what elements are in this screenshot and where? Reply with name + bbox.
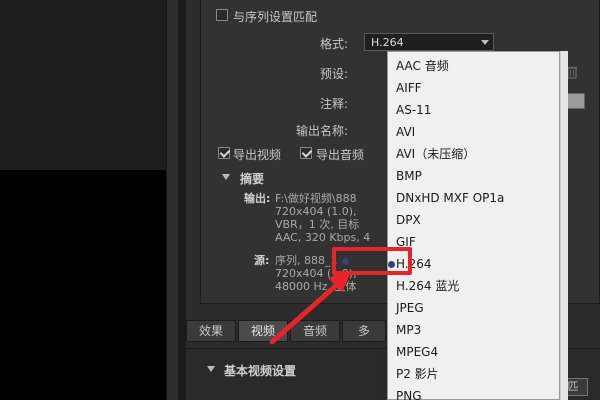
format-label: 格式: <box>320 37 349 51</box>
dropdown-item-h264[interactable]: H.264 <box>388 253 559 275</box>
export-video-checkbox[interactable] <box>218 147 230 159</box>
summary-output-label: 输出: <box>244 192 271 205</box>
dropdown-item-jpeg[interactable]: JPEG <box>388 297 559 319</box>
dropdown-scrollbar[interactable] <box>560 51 568 400</box>
tab-video[interactable]: 视频 <box>238 320 288 342</box>
h264-highlight-box <box>332 247 412 275</box>
dropdown-item-p2[interactable]: P2 影片 <box>388 363 559 385</box>
dropdown-item-label: MP3 <box>396 323 422 337</box>
summary-output-line: VBR，1 次, 目标 <box>275 218 360 231</box>
panel-divider[interactable] <box>178 0 186 400</box>
format-dropdown-menu: AAC 音频 AIFF AS-11 AVI AVI（未压缩） BMP DNxHD… <box>387 51 560 400</box>
tab-effects[interactable]: 效果 <box>186 320 236 342</box>
dropdown-item-label: AAC 音频 <box>396 59 449 73</box>
summary-title: 摘要 <box>240 172 265 186</box>
dropdown-item-label: AS-11 <box>396 103 432 117</box>
comment-label: 注释: <box>320 97 349 111</box>
match-sequence-checkbox[interactable] <box>216 9 228 21</box>
chevron-down-icon <box>481 40 489 45</box>
dropdown-item-label: MPEG4 <box>396 345 439 359</box>
summary-output-line: AAC, 320 Kbps, 4 <box>275 231 371 244</box>
match-sequence-label: 与序列设置匹配 <box>233 10 318 24</box>
dropdown-item-mp3[interactable]: MP3 <box>388 319 559 341</box>
dropdown-item-aac[interactable]: AAC 音频 <box>388 55 559 77</box>
dropdown-item-label: BMP <box>396 169 422 183</box>
format-select[interactable]: H.264 <box>364 33 494 51</box>
dropdown-item-gif[interactable]: GIF <box>388 231 559 253</box>
collapse-triangle-icon[interactable] <box>222 174 230 180</box>
dropdown-item-dpx[interactable]: DPX <box>388 209 559 231</box>
dropdown-item-label: DNxHD MXF OP1a <box>396 191 505 205</box>
dropdown-item-aiff[interactable]: AIFF <box>388 77 559 99</box>
dropdown-item-dnxhd[interactable]: DNxHD MXF OP1a <box>388 187 559 209</box>
preview-scrollbar[interactable] <box>166 0 178 400</box>
dropdown-item-as11[interactable]: AS-11 <box>388 99 559 121</box>
export-audio-label: 导出音频 <box>316 148 365 162</box>
export-audio-checkbox[interactable] <box>300 147 312 159</box>
dropdown-item-h264-bluray[interactable]: H.264 蓝光 <box>388 275 559 297</box>
basic-video-settings-title: 基本视频设置 <box>224 364 297 378</box>
summary-source-label: 源: <box>254 254 270 267</box>
dropdown-item-avi-uncompressed[interactable]: AVI（未压缩） <box>388 143 559 165</box>
format-value: H.264 <box>371 36 404 49</box>
tab-multiplexer[interactable]: 多 <box>342 320 386 342</box>
dropdown-item-label: AVI <box>396 125 416 139</box>
dropdown-item-label: AIFF <box>396 81 422 95</box>
output-name-label: 输出名称: <box>296 124 349 138</box>
summary-source-line: 48000 Hz, 立体 <box>275 280 357 293</box>
summary-output-line: 720x404 (1.0), <box>275 205 357 218</box>
summary-output-line: F:\做好视频\888 <box>275 192 357 205</box>
dropdown-item-bmp[interactable]: BMP <box>388 165 559 187</box>
dropdown-item-png[interactable]: PNG <box>388 385 559 400</box>
tab-audio[interactable]: 音频 <box>290 320 340 342</box>
dropdown-item-label: JPEG <box>396 301 424 315</box>
video-preview <box>0 170 167 400</box>
dropdown-item-avi[interactable]: AVI <box>388 121 559 143</box>
dropdown-item-label: DPX <box>396 213 421 227</box>
dropdown-item-label: H.264 蓝光 <box>396 279 460 293</box>
dropdown-item-label: PNG <box>396 389 422 400</box>
summary-output-lines: F:\做好视频\888 720x404 (1.0), VBR，1 次, 目标 A… <box>275 192 370 244</box>
preset-label: 预设: <box>320 67 349 81</box>
export-video-label: 导出视频 <box>233 148 282 162</box>
dropdown-item-mpeg4[interactable]: MPEG4 <box>388 341 559 363</box>
dropdown-item-label: AVI（未压缩） <box>396 147 476 161</box>
dropdown-item-label: P2 影片 <box>396 367 439 381</box>
collapse-triangle-icon[interactable] <box>207 366 215 372</box>
